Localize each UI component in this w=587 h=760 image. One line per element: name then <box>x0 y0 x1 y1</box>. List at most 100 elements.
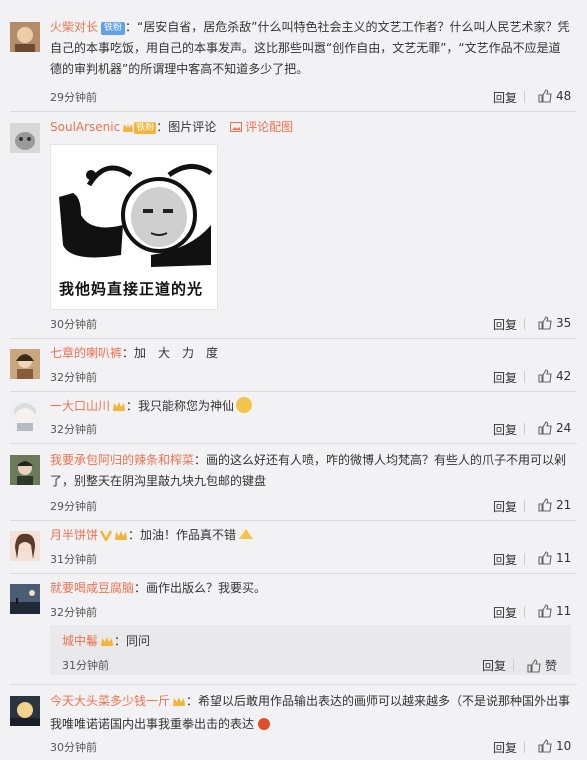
timestamp: 32分钟前 <box>50 423 97 436</box>
separator <box>10 443 577 444</box>
like-count: 24 <box>556 421 572 435</box>
comment-text: SoulArsenic 铁粉 ：图片评论 评论配图 <box>50 117 571 140</box>
reply-button[interactable]: 回复 <box>493 316 517 333</box>
reply-button[interactable]: 回复 <box>493 739 517 756</box>
avatar[interactable] <box>10 349 40 379</box>
reply-button[interactable]: 回复 <box>493 604 517 621</box>
comment-text: 七章的喇叭裤：加 大 力 度 <box>50 343 571 364</box>
thumbs-up-icon <box>538 498 552 512</box>
username-link[interactable]: 今天大头菜多少钱一斤 <box>50 694 170 708</box>
avatar[interactable] <box>10 455 40 485</box>
username-link[interactable]: 就要喝咸豆腐脑 <box>50 581 134 595</box>
like-button[interactable]: 24 <box>538 421 571 435</box>
like-button[interactable]: 35 <box>538 316 571 330</box>
like-label: 赞 <box>545 659 558 673</box>
like-count: 35 <box>556 316 572 330</box>
comment-text: 就要喝咸豆腐脑：画作出版么？我要买。 <box>50 578 571 599</box>
angry-emoji-icon <box>256 716 272 737</box>
separator <box>10 111 577 112</box>
comment-text: 火柴对长 铁粉 ：“居安自省，居危杀敌”什么叫特色社会主义的文艺工作者？什么叫人民艺… <box>50 17 571 80</box>
meme-caption: 我他妈直接正道的光 <box>59 280 204 298</box>
image-icon <box>230 122 243 132</box>
thumbs-up-icon <box>538 421 552 435</box>
avatar[interactable] <box>10 123 40 153</box>
timestamp: 32分钟前 <box>50 371 97 384</box>
username-link[interactable]: 七章的喇叭裤 <box>50 346 122 360</box>
comment-text: 今天大头菜多少钱一斤 ：希望以后敢用作品输出表达的画师可以越来越多（不是说那种国外… <box>50 691 571 737</box>
separator <box>10 520 577 521</box>
reply-button[interactable]: 回复 <box>493 498 517 515</box>
avatar[interactable] <box>10 22 40 52</box>
divider <box>524 371 525 383</box>
like-count: 42 <box>556 369 572 383</box>
avatar[interactable] <box>10 401 40 431</box>
avatar[interactable] <box>10 584 40 614</box>
divider <box>524 423 525 435</box>
separator <box>10 573 577 574</box>
like-count: 11 <box>556 604 572 618</box>
like-button[interactable]: 赞 <box>527 657 557 674</box>
separator <box>10 338 577 339</box>
comment-body: ：同问 <box>114 634 151 648</box>
thumbs-up-icon <box>538 739 552 753</box>
crown-icon <box>100 633 114 653</box>
thumbs-up-icon <box>538 89 552 103</box>
username-link[interactable]: 火柴对长 <box>50 20 98 34</box>
divider <box>524 741 525 753</box>
reply-button[interactable]: 回复 <box>493 421 517 438</box>
username-link[interactable]: 我要承包阿归的辣条和榨菜 <box>50 453 194 467</box>
like-count: 21 <box>556 498 572 512</box>
verified-icon <box>99 527 113 548</box>
divider <box>524 91 525 103</box>
avatar[interactable] <box>10 696 40 726</box>
comment-text: 我要承包阿归的辣条和榨菜：画的这么好还有人喷，咋的微博人均梵高？有些人的爪子不用… <box>50 450 571 492</box>
like-button[interactable]: 21 <box>538 498 571 512</box>
comment-body: ：画作出版么？我要买。 <box>134 581 267 595</box>
reply-button[interactable]: 回复 <box>493 369 517 386</box>
like-button[interactable]: 11 <box>538 604 571 618</box>
divider <box>524 318 525 330</box>
like-button[interactable]: 10 <box>538 739 571 753</box>
fan-badge: 铁粉 <box>101 22 126 35</box>
comment-body: ：图片评论 <box>156 120 217 134</box>
like-button[interactable]: 42 <box>538 369 571 383</box>
like-button[interactable]: 11 <box>538 551 571 565</box>
divider <box>524 500 525 512</box>
view-image-link[interactable]: 评论配图 <box>230 120 293 134</box>
crown-icon <box>172 693 186 714</box>
username-link[interactable]: SoulArsenic <box>50 120 120 134</box>
timestamp: 31分钟前 <box>62 659 109 672</box>
divider <box>524 606 525 618</box>
reply-button[interactable]: 回复 <box>493 551 517 568</box>
timestamp: 29分钟前 <box>50 500 97 513</box>
thumbs-up-icon <box>538 369 552 383</box>
username-link[interactable]: 城中鬈 <box>62 634 98 648</box>
thumbs-up-icon <box>538 316 552 330</box>
like-button[interactable]: 48 <box>538 89 571 103</box>
crown-icon <box>114 527 128 548</box>
comment-body: ：“居安自省，居危杀敌”什么叫特色社会主义的文艺工作者？什么叫人民艺术家？凭自己… <box>50 20 570 76</box>
comment-image[interactable]: 我他妈直接正道的光 <box>50 144 218 310</box>
comment-body: ：加油！作品真不错 <box>128 528 237 542</box>
crown-icon <box>112 398 126 419</box>
sub-reply-text: 城中鬈 ：同问 <box>62 631 150 653</box>
thumbs-up-icon <box>527 659 541 673</box>
comment-body: ：我只能称您为神仙 <box>126 399 235 413</box>
like-count: 11 <box>556 551 572 565</box>
fan-badge: 铁粉 <box>134 122 157 134</box>
crown-icon <box>122 119 134 140</box>
comment-text: 月半饼饼 ：加油！作品真不错 <box>50 525 571 548</box>
view-image-label: 评论配图 <box>245 120 294 134</box>
timestamp: 29分钟前 <box>50 91 97 104</box>
timestamp: 32分钟前 <box>50 606 97 619</box>
reply-button[interactable]: 回复 <box>482 657 506 674</box>
divider <box>524 553 525 565</box>
thumbs-up-icon <box>538 604 552 618</box>
username-link[interactable]: 一大口山川 <box>50 399 110 413</box>
separator <box>10 391 577 392</box>
separator <box>10 684 577 685</box>
comment-body: ：加 大 力 度 <box>122 346 219 360</box>
reply-button[interactable]: 回复 <box>493 89 517 106</box>
avatar[interactable] <box>10 531 40 561</box>
username-link[interactable]: 月半饼饼 <box>50 528 98 542</box>
